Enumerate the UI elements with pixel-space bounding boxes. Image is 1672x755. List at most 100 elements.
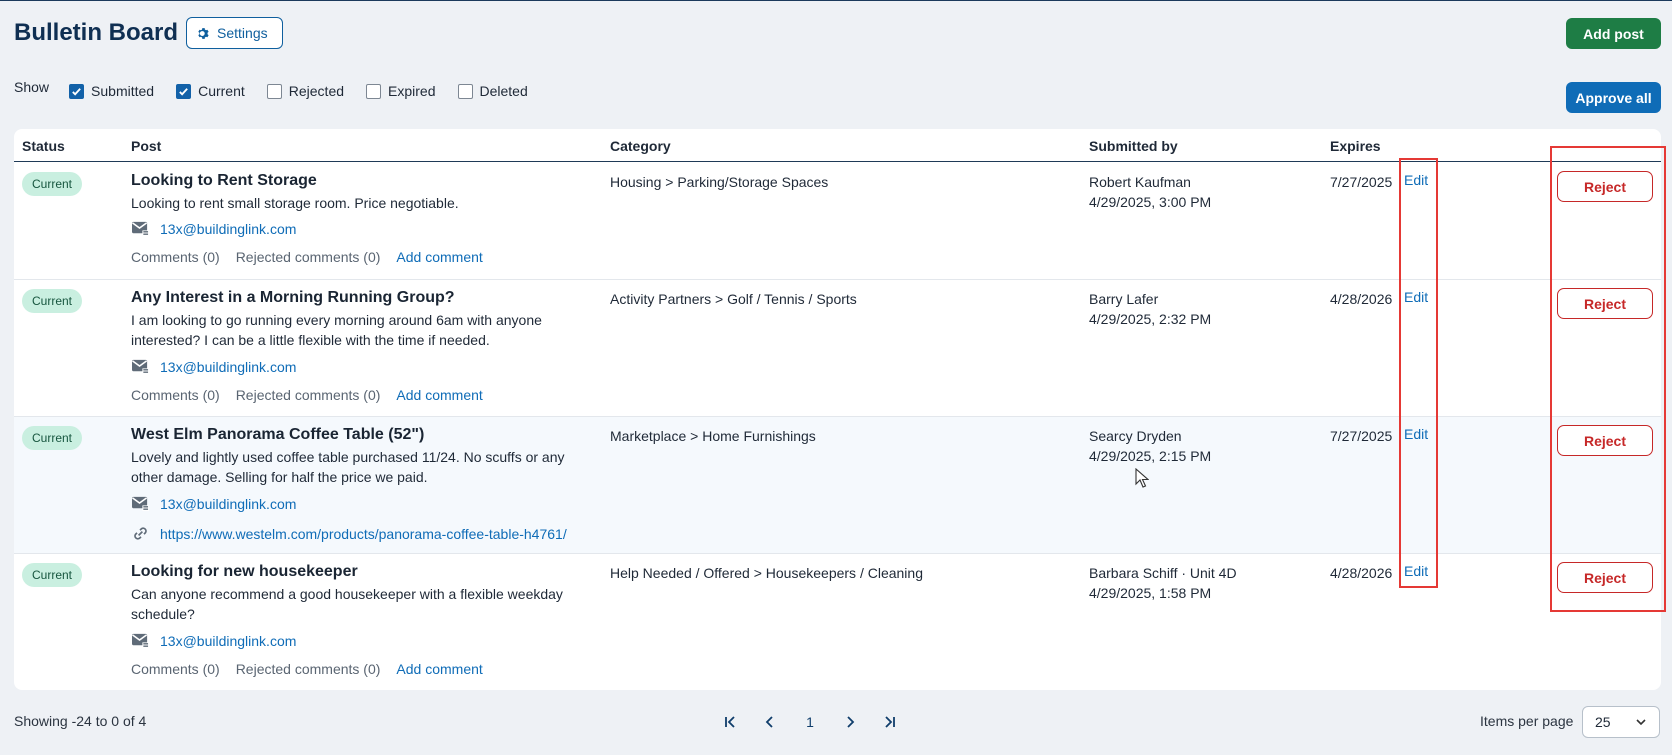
first-page-icon[interactable] xyxy=(710,709,750,735)
post-body: Looking to rent small storage room. Pric… xyxy=(131,195,459,211)
reject-button[interactable]: Reject xyxy=(1557,562,1653,593)
table-row: Current Looking for new housekeeper Can … xyxy=(14,554,1661,690)
submitted-by: Barbara Schiff · Unit 4D 4/29/2025, 1:58… xyxy=(1089,563,1237,603)
table-header: Status Post Category Submitted by Expire… xyxy=(14,129,1661,162)
expires-date: 4/28/2026 xyxy=(1330,291,1393,307)
rejected-comments-link[interactable]: Rejected comments (0) xyxy=(236,661,381,677)
filter-rejected[interactable]: Rejected xyxy=(266,83,345,99)
email-link[interactable]: 13x@buildinglink.com xyxy=(160,496,296,512)
submitted-at: 4/29/2025, 1:58 PM xyxy=(1089,585,1212,601)
filter-label: Rejected xyxy=(288,83,345,99)
email-link[interactable]: 13x@buildinglink.com xyxy=(160,221,296,237)
table-row: Current West Elm Panorama Coffee Table (… xyxy=(14,417,1661,554)
approve-all-button[interactable]: Approve all xyxy=(1566,82,1661,113)
email-link[interactable]: 13x@buildinglink.com xyxy=(160,359,296,375)
show-label: Show xyxy=(14,79,50,95)
filter-label: Expired xyxy=(388,83,436,99)
post-email: 13x@buildinglink.com xyxy=(131,220,296,237)
settings-label: Settings xyxy=(217,25,268,41)
status-badge: Current xyxy=(22,172,83,196)
post-title: Looking to Rent Storage xyxy=(131,172,317,189)
add-post-button[interactable]: Add post xyxy=(1566,18,1661,49)
checkbox-icon[interactable] xyxy=(266,83,282,99)
edit-link[interactable]: Edit xyxy=(1404,289,1428,305)
comments-link[interactable]: Comments (0) xyxy=(131,249,220,265)
filter-submitted[interactable]: Submitted xyxy=(69,83,154,99)
rejected-comments-link[interactable]: Rejected comments (0) xyxy=(236,387,381,403)
submitter-name: Barbara Schiff · Unit 4D xyxy=(1089,565,1237,581)
checkbox-icon[interactable] xyxy=(69,83,85,99)
mail-icon xyxy=(132,633,149,649)
reject-button[interactable]: Reject xyxy=(1557,288,1653,319)
post-category: Help Needed / Offered > Housekeepers / C… xyxy=(610,565,923,581)
post-category: Marketplace > Home Furnishings xyxy=(610,428,816,444)
edit-link[interactable]: Edit xyxy=(1404,426,1428,442)
comments-link[interactable]: Comments (0) xyxy=(131,661,220,677)
filter-current[interactable]: Current xyxy=(176,83,245,99)
post-title: West Elm Panorama Coffee Table (52") xyxy=(131,426,425,443)
add-comment-link[interactable]: Add comment xyxy=(396,387,482,403)
post-category: Activity Partners > Golf / Tennis / Spor… xyxy=(610,291,857,307)
post-body: Can anyone recommend a good housekeeper … xyxy=(131,586,563,622)
post-title: Any Interest in a Morning Running Group? xyxy=(131,289,455,306)
column-submitted-by: Submitted by xyxy=(1089,138,1178,154)
last-page-icon[interactable] xyxy=(870,709,910,735)
edit-link[interactable]: Edit xyxy=(1404,172,1428,188)
submitter-name: Barry Lafer xyxy=(1089,291,1159,307)
page-title: Bulletin Board xyxy=(14,19,179,46)
filter-label: Submitted xyxy=(91,83,155,99)
column-expires: Expires xyxy=(1330,138,1381,154)
status-badge: Current xyxy=(22,426,83,450)
post-email: 13x@buildinglink.com xyxy=(131,632,296,649)
filter-label: Deleted xyxy=(479,83,528,99)
email-link[interactable]: 13x@buildinglink.com xyxy=(160,633,296,649)
checkbox-icon[interactable] xyxy=(366,83,382,99)
rejected-comments-link[interactable]: Rejected comments (0) xyxy=(236,249,381,265)
submitted-at: 4/29/2025, 3:00 PM xyxy=(1089,194,1212,210)
mail-icon xyxy=(132,496,149,512)
showing-count: Showing -24 to 0 of 4 xyxy=(14,713,147,729)
status-filters: Show Submitted Current Rejected Expired … xyxy=(14,79,550,99)
filter-expired[interactable]: Expired xyxy=(366,83,436,99)
checkbox-icon[interactable] xyxy=(457,83,473,99)
comments-bar: Comments (0) Rejected comments (0) Add c… xyxy=(131,387,483,403)
expires-date: 7/27/2025 xyxy=(1330,428,1393,444)
post-category: Housing > Parking/Storage Spaces xyxy=(610,174,829,190)
submitted-by: Barry Lafer 4/29/2025, 2:32 PM xyxy=(1089,289,1211,329)
expires-date: 7/27/2025 xyxy=(1330,174,1393,190)
status-badge: Current xyxy=(22,563,83,587)
status-badge: Current xyxy=(22,289,83,313)
reject-button[interactable]: Reject xyxy=(1557,425,1653,456)
items-per-page-select[interactable]: 25 xyxy=(1582,706,1660,738)
post-title: Looking for new housekeeper xyxy=(131,563,358,580)
filter-deleted[interactable]: Deleted xyxy=(457,83,528,99)
submitter-name: Robert Kaufman xyxy=(1089,174,1191,190)
table-row: Current Looking to Rent Storage Looking … xyxy=(14,163,1661,280)
settings-button[interactable]: Settings xyxy=(186,17,283,49)
next-page-icon[interactable] xyxy=(830,709,870,735)
submitted-by: Searcy Dryden 4/29/2025, 2:15 PM xyxy=(1089,426,1211,466)
post-link: https://www.westelm.com/products/panoram… xyxy=(131,525,567,542)
edit-link[interactable]: Edit xyxy=(1404,563,1428,579)
chevron-down-icon xyxy=(1636,719,1646,726)
comments-link[interactable]: Comments (0) xyxy=(131,387,220,403)
pagination: 1 xyxy=(710,709,910,735)
table-row: Current Any Interest in a Morning Runnin… xyxy=(14,280,1661,417)
comments-bar: Comments (0) Rejected comments (0) Add c… xyxy=(131,249,483,265)
submitter-name: Searcy Dryden xyxy=(1089,428,1182,444)
page-number[interactable]: 1 xyxy=(790,709,830,735)
column-post: Post xyxy=(131,138,162,154)
mail-icon xyxy=(132,221,149,237)
post-body: Lovely and lightly used coffee table pur… xyxy=(131,449,565,485)
add-comment-link[interactable]: Add comment xyxy=(396,661,482,677)
prev-page-icon[interactable] xyxy=(750,709,790,735)
filter-label: Current xyxy=(198,83,245,99)
cursor-icon xyxy=(1135,468,1149,488)
items-per-page-value: 25 xyxy=(1595,714,1611,730)
add-comment-link[interactable]: Add comment xyxy=(396,249,482,265)
column-category: Category xyxy=(610,138,671,154)
external-link[interactable]: https://www.westelm.com/products/panoram… xyxy=(160,526,567,542)
checkbox-icon[interactable] xyxy=(176,83,192,99)
reject-button[interactable]: Reject xyxy=(1557,171,1653,202)
posts-table: Status Post Category Submitted by Expire… xyxy=(14,129,1661,690)
